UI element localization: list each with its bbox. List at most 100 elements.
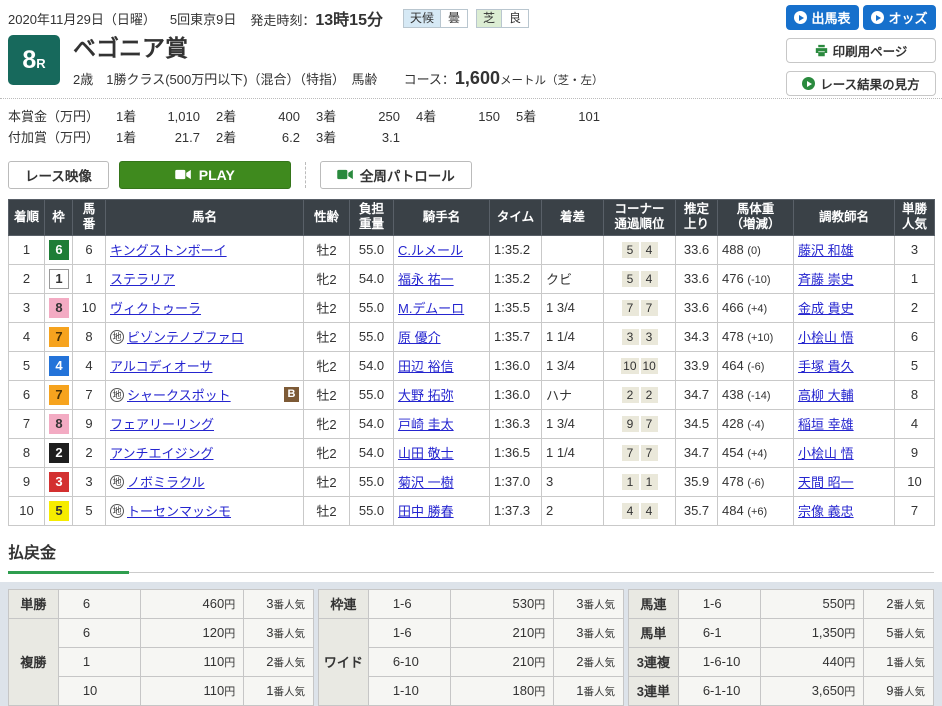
popularity-suffix: 番人気 [894, 657, 926, 669]
jockey-link[interactable]: 大野 拓弥 [398, 388, 454, 403]
trainer-link[interactable]: 金成 貴史 [798, 301, 854, 316]
trainer-link[interactable]: 宗像 義忠 [798, 504, 854, 519]
horse-name-cell: アルコディオーサ [106, 351, 304, 380]
jockey-link[interactable]: M.デムーロ [398, 301, 464, 316]
trainer-link[interactable]: 高柳 大輔 [798, 388, 854, 403]
payout-amount: 120円 [140, 618, 244, 647]
margin-cell: 3 [542, 467, 604, 496]
race-name: ベゴニア賞 [73, 35, 603, 61]
trainer-link[interactable]: 藤沢 和雄 [798, 243, 854, 258]
jockey-link[interactable]: C.ルメール [398, 243, 463, 258]
horse-name-link[interactable]: ステラリア [110, 269, 175, 288]
odds-button[interactable]: オッズ [863, 5, 936, 30]
jockey-link[interactable]: 菊沢 一樹 [398, 475, 454, 490]
condition-badges: 天候 曇 芝 良 [403, 9, 529, 28]
horse-name-link[interactable]: アルコディオーサ [110, 356, 212, 375]
carried-weight-cell: 55.0 [350, 380, 394, 409]
horse-name-cell: 地ノボミラクル [106, 467, 304, 496]
patrol-video-button[interactable]: 全周パトロール [320, 161, 472, 189]
body-weight-cell: 428 (-4) [718, 409, 794, 438]
frame-cell: 2 [45, 438, 73, 467]
frame-cell: 7 [45, 380, 73, 409]
frame-cell: 3 [45, 467, 73, 496]
frame-number-badge: 7 [49, 327, 69, 347]
jockey-link[interactable]: 福永 祐一 [398, 272, 454, 287]
time-cell: 1:35.2 [490, 264, 542, 293]
horse-name-link[interactable]: ビゾンテノブファロ [127, 327, 244, 346]
corner-position: 1 [622, 474, 639, 490]
weight-diff: (0) [747, 245, 760, 257]
sex-age-cell: 牡2 [304, 293, 350, 322]
carried-weight-cell: 54.0 [350, 409, 394, 438]
corner-order-cell: 1010 [604, 351, 676, 380]
yen-suffix: 円 [534, 599, 545, 611]
jockey-link[interactable]: 田辺 裕信 [398, 359, 454, 374]
yen-suffix: 円 [844, 599, 855, 611]
frame-number-badge: 1 [49, 269, 69, 289]
green-underline [8, 571, 129, 574]
turf-value: 良 [501, 10, 528, 27]
last3f-cell: 34.3 [676, 322, 718, 351]
trainer-link[interactable]: 手塚 貴久 [798, 359, 854, 374]
trainer-link[interactable]: 天間 昭一 [798, 475, 854, 490]
payout-row: 3連複1-6-10440円1番人気 [629, 647, 934, 676]
prize-place: 5着 [516, 107, 548, 127]
corner-position: 4 [641, 503, 658, 519]
entry-table-button[interactable]: 出馬表 [786, 5, 859, 30]
prize-amount: 21.7 [148, 128, 200, 148]
frame-cell: 8 [45, 293, 73, 322]
finish-position: 9 [9, 467, 45, 496]
frame-number-badge: 3 [49, 472, 69, 492]
horse-name-link[interactable]: キングストンボーイ [110, 240, 227, 259]
horse-name-cell: キングストンボーイ [106, 235, 304, 264]
header-actions: 出馬表 オッズ 印刷用ページ レース結果の見方 [786, 5, 936, 96]
payout-amount: 110円 [140, 647, 244, 676]
popularity-suffix: 番人気 [894, 599, 926, 611]
payout-combination: 1-6 [368, 618, 450, 647]
jockey-link[interactable]: 山田 敬士 [398, 446, 454, 461]
horse-name-cell: ステラリア [106, 264, 304, 293]
horse-number: 8 [73, 322, 106, 351]
col-corners: コーナー 通過順位 [604, 199, 676, 235]
result-row: 933地ノボミラクル牡255.0菊沢 一樹1:37.031135.9478 (-… [9, 467, 935, 496]
horse-name-link[interactable]: トーセンマッシモ [127, 501, 231, 520]
print-page-button[interactable]: 印刷用ページ [786, 38, 936, 63]
payout-amount: 550円 [760, 589, 864, 618]
trainer-link[interactable]: 小桧山 悟 [798, 446, 854, 461]
race-number-badge: 8R [8, 35, 60, 85]
main-prize-row: 本賞金（万円） 1着1,0102着4003着2504着1505着101 [8, 107, 934, 127]
results-guide-button[interactable]: レース結果の見方 [786, 71, 936, 96]
result-row: 677地シャークスポットB牡255.0大野 拓弥1:36.0ハナ2234.743… [9, 380, 935, 409]
frame-cell: 7 [45, 322, 73, 351]
local-horse-mark: 地 [110, 475, 124, 489]
prize-amount: 3.1 [348, 128, 400, 148]
weather-value: 曇 [440, 10, 467, 27]
payout-amount: 210円 [450, 618, 554, 647]
trainer-link[interactable]: 小桧山 悟 [798, 330, 854, 345]
last3f-cell: 33.9 [676, 351, 718, 380]
trainer-link[interactable]: 稲垣 幸雄 [798, 417, 854, 432]
video-camera-icon [175, 169, 192, 180]
local-horse-mark: 地 [110, 504, 124, 518]
popularity-suffix: 番人気 [584, 599, 616, 611]
horse-name-link[interactable]: フェアリーリング [110, 414, 214, 433]
play-button[interactable]: PLAY [119, 161, 291, 189]
last3f-cell: 34.7 [676, 438, 718, 467]
jockey-link[interactable]: 原 優介 [398, 330, 441, 345]
jockey-link[interactable]: 戸崎 圭太 [398, 417, 454, 432]
frame-number-badge: 4 [49, 356, 69, 376]
horse-name-link[interactable]: ヴィクトゥーラ [110, 298, 201, 317]
jockey-cell: 田中 勝春 [394, 496, 490, 525]
jockey-link[interactable]: 田中 勝春 [398, 504, 454, 519]
corner-order-cell: 54 [604, 264, 676, 293]
trainer-link[interactable]: 斉藤 崇史 [798, 272, 854, 287]
course-label: コース： [404, 72, 455, 87]
horse-name-link[interactable]: アンチエイジング [110, 443, 213, 462]
horse-name-link[interactable]: ノボミラクル [127, 472, 205, 491]
corner-position: 2 [641, 387, 658, 403]
race-video-button[interactable]: レース映像 [8, 161, 109, 189]
col-time: タイム [490, 199, 542, 235]
margin-cell: 1 1/4 [542, 322, 604, 351]
body-weight-cell: 478 (-6) [718, 467, 794, 496]
horse-name-link[interactable]: シャークスポット [127, 385, 231, 404]
